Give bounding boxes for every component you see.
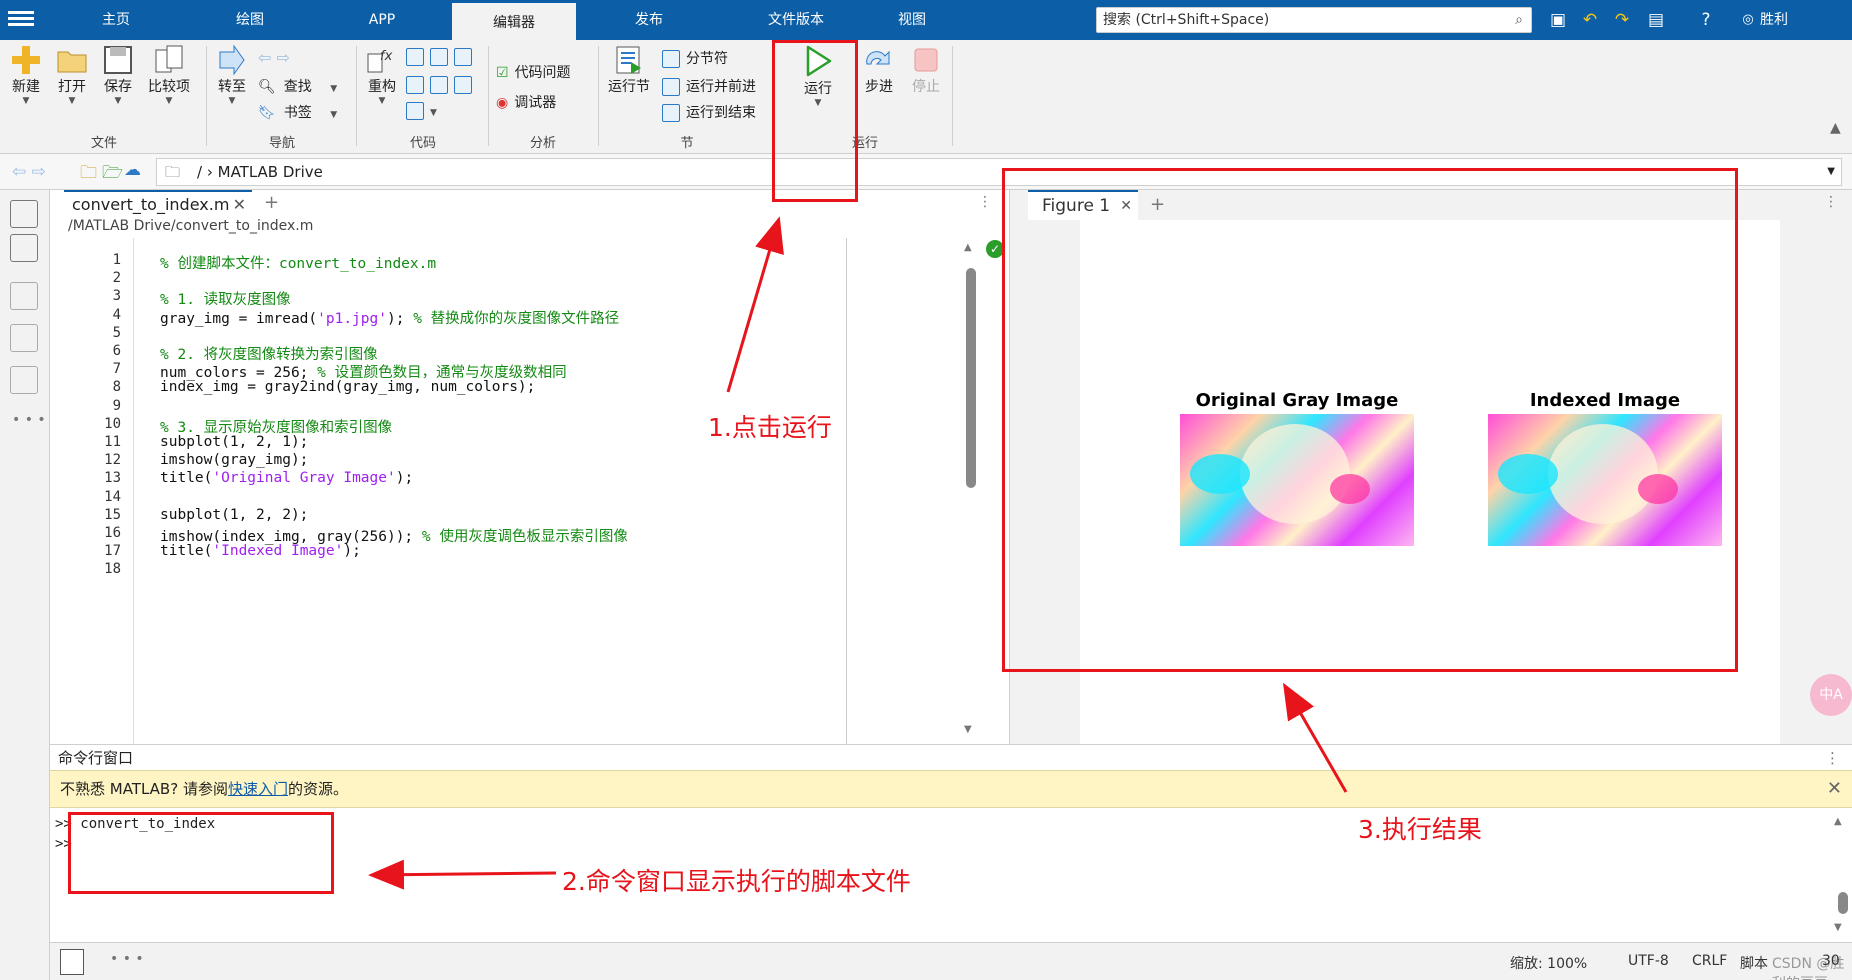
arrow-to-run xyxy=(726,216,784,393)
arrow-to-figure xyxy=(1283,682,1348,793)
annotation-step2: 2.命令窗口显示执行的脚本文件 xyxy=(562,867,911,896)
annotation-arrows xyxy=(368,216,1348,890)
annotation-step3: 3.执行结果 xyxy=(1358,815,1482,844)
annotation-step1: 1.点击运行 xyxy=(708,413,832,442)
arrow-to-command xyxy=(368,859,557,890)
